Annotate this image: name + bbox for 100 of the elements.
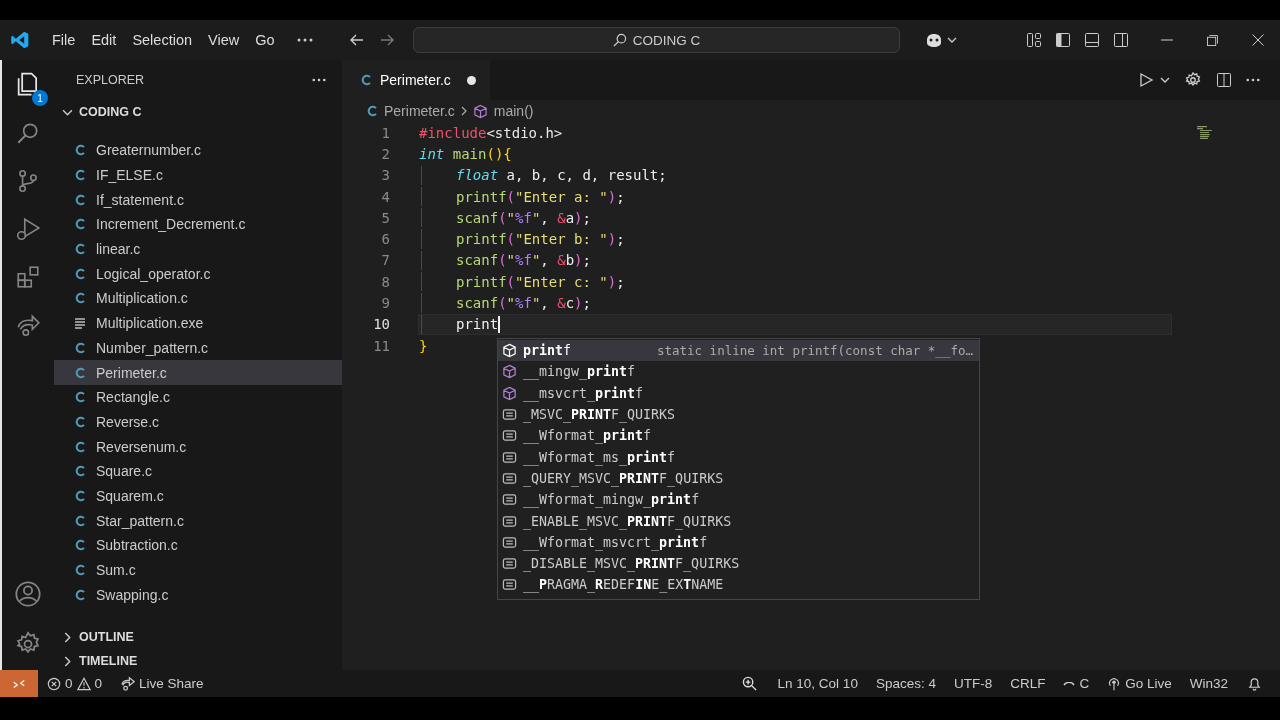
notifications-bell-icon[interactable] bbox=[1247, 676, 1262, 691]
caret-icon[interactable] bbox=[1160, 77, 1170, 83]
line-number: 2 bbox=[380, 145, 390, 162]
breadcrumb-item[interactable]: main() bbox=[493, 103, 534, 119]
go-live-button[interactable]: Go Live bbox=[1098, 670, 1181, 697]
zoom-icon[interactable] bbox=[741, 676, 757, 691]
explorer-entry[interactable]: Multiplication.exe bbox=[54, 310, 342, 336]
editor-tab[interactable]: Perimeter.c bbox=[342, 60, 490, 100]
explorer-entry[interactable]: Square.c bbox=[54, 458, 342, 484]
run-icon[interactable] bbox=[1138, 72, 1154, 88]
code-line: printf("Enter c: "); bbox=[456, 273, 625, 290]
explorer-entry[interactable]: Rectangle.c bbox=[54, 384, 342, 410]
code-line: printf("Enter a: "); bbox=[456, 188, 625, 205]
line-number: 5 bbox=[380, 209, 390, 226]
c-file-icon bbox=[74, 564, 86, 577]
suggestion-item[interactable]: _MSVC_PRINTF_QUIRKS bbox=[498, 403, 979, 426]
c-file-icon bbox=[366, 105, 378, 117]
suggestion-item[interactable]: __Wformat_ms_printf bbox=[498, 446, 979, 468]
spinner-icon bbox=[1063, 681, 1076, 686]
close-icon[interactable] bbox=[1252, 34, 1264, 46]
layout-icon[interactable] bbox=[1026, 32, 1042, 48]
explorer-entry[interactable]: linear.c bbox=[54, 236, 342, 262]
line-number: 10 bbox=[372, 316, 390, 333]
lines-box-icon bbox=[502, 556, 517, 572]
cube-icon bbox=[502, 364, 517, 380]
lines-box-icon bbox=[502, 513, 517, 529]
menu-bar-entry[interactable]: Go bbox=[247, 28, 283, 52]
language-mode-button[interactable]: C bbox=[1054, 670, 1099, 697]
folder-header[interactable]: CODING C bbox=[54, 100, 342, 124]
explorer-entry[interactable]: IF_ELSE.c bbox=[54, 162, 342, 188]
suggestion-item[interactable]: _DISABLE_MSVC_PRINTF_QUIRKS bbox=[498, 552, 979, 575]
c-file-icon bbox=[74, 588, 86, 601]
more-icon[interactable] bbox=[1246, 78, 1260, 82]
split-editor-icon[interactable] bbox=[1216, 72, 1232, 88]
secondary-sidebar-icon[interactable] bbox=[1113, 32, 1129, 48]
indentation-button[interactable]: Spaces: 4 bbox=[866, 670, 945, 697]
code-line: scanf("%f", &b); bbox=[456, 252, 591, 269]
explorer-entry[interactable]: Sum.c bbox=[54, 557, 342, 583]
extensions-icon[interactable] bbox=[15, 264, 41, 290]
sidebar-toggle-icon[interactable] bbox=[1055, 32, 1071, 48]
suggestion-item[interactable]: __PRAGMA_REDEFINE_EXTNAME bbox=[498, 574, 979, 596]
run-debug-icon[interactable] bbox=[15, 216, 41, 242]
line-number: 6 bbox=[380, 231, 390, 248]
lines-box-icon bbox=[502, 470, 517, 486]
explorer-entry[interactable]: Greaternumber.c bbox=[54, 138, 342, 163]
platform-button[interactable]: Win32 bbox=[1180, 670, 1237, 697]
menu-bar-entry[interactable]: Selection bbox=[124, 28, 201, 52]
explorer-entry[interactable]: Reversenum.c bbox=[54, 434, 342, 459]
suggestion-item[interactable]: __Wformat_printf bbox=[498, 425, 979, 447]
explorer-entry[interactable]: Squarem.c bbox=[54, 483, 342, 509]
caret-icon[interactable] bbox=[946, 37, 957, 43]
explorer-entry[interactable]: Swapping.c bbox=[54, 582, 342, 608]
section-header[interactable]: OUTLINE bbox=[54, 625, 342, 649]
suggestion-item[interactable]: _QUERY_MSVC_PRINTF_QUIRKS bbox=[498, 467, 979, 490]
explorer-entry[interactable]: Multiplication.c bbox=[54, 286, 342, 311]
menu-bar-entry[interactable]: View bbox=[200, 28, 248, 52]
lines-box-icon bbox=[502, 449, 517, 465]
code-line: scanf("%f", &c); bbox=[456, 295, 591, 311]
suggestion-item[interactable]: __mingw_printf bbox=[498, 361, 979, 383]
account-icon[interactable] bbox=[14, 580, 42, 608]
code-line: int main(){ bbox=[419, 145, 512, 162]
text-cursor bbox=[498, 315, 501, 333]
c-file-icon bbox=[74, 465, 86, 478]
encoding-button[interactable]: UTF-8 bbox=[944, 670, 1002, 697]
suggestion-item[interactable]: printf static inline int printf(const char *__fo… bbox=[498, 340, 979, 362]
breadcrumb-item[interactable]: Perimeter.c bbox=[384, 103, 455, 119]
forward-arrow-icon[interactable] bbox=[378, 32, 395, 48]
menu-bar-entry[interactable]: File bbox=[44, 28, 84, 52]
code-line: #include<stdio.h> bbox=[419, 124, 563, 141]
suggestion-item[interactable]: _ENABLE_MSVC_PRINTF_QUIRKS bbox=[498, 510, 979, 532]
c-file-icon bbox=[74, 267, 86, 280]
warning-icon bbox=[76, 676, 91, 691]
problems-indicator[interactable]: 0 0 bbox=[38, 670, 112, 697]
explorer-entry[interactable]: Logical_operator.c bbox=[54, 261, 342, 287]
more-icon[interactable] bbox=[296, 38, 313, 42]
section-header[interactable]: TIMELINE bbox=[54, 649, 342, 673]
back-arrow-icon[interactable] bbox=[348, 32, 365, 48]
explorer-entry[interactable]: Perimeter.c bbox=[54, 360, 342, 385]
suggestion-item[interactable]: __msvcrt_printf bbox=[498, 382, 979, 404]
suggestion-item[interactable]: __Wformat_msvcrt_printf bbox=[498, 531, 979, 553]
cursor-position[interactable]: Ln 10, Col 10 bbox=[768, 670, 867, 697]
suggestion-item[interactable]: __Wformat_mingw_printf bbox=[498, 489, 979, 511]
line-ending-button[interactable]: CRLF bbox=[1001, 670, 1055, 697]
share-arrow-icon[interactable] bbox=[15, 312, 41, 338]
explorer-entry[interactable]: Increment_Decrement.c bbox=[54, 212, 342, 237]
explorer-entry[interactable]: Reverse.c bbox=[54, 409, 342, 435]
chevron-icon bbox=[460, 106, 467, 116]
explorer-entry[interactable]: If_statement.c bbox=[54, 187, 342, 213]
search-icon bbox=[611, 32, 627, 48]
live-share-button[interactable]: Live Share bbox=[111, 670, 213, 697]
restore-icon[interactable] bbox=[1207, 34, 1218, 46]
menu-bar-entry[interactable]: Edit bbox=[83, 28, 125, 52]
explorer-entry[interactable]: Subtraction.c bbox=[54, 533, 342, 558]
share-arrow-icon bbox=[120, 676, 136, 691]
explorer-entry[interactable]: Number_pattern.c bbox=[54, 335, 342, 361]
explorer-entry[interactable]: Star_pattern.c bbox=[54, 508, 342, 533]
more-icon[interactable] bbox=[312, 78, 326, 82]
panel-toggle-icon[interactable] bbox=[1084, 32, 1100, 48]
command-center[interactable]: CODING C bbox=[412, 27, 900, 53]
c-file-icon bbox=[74, 440, 86, 453]
